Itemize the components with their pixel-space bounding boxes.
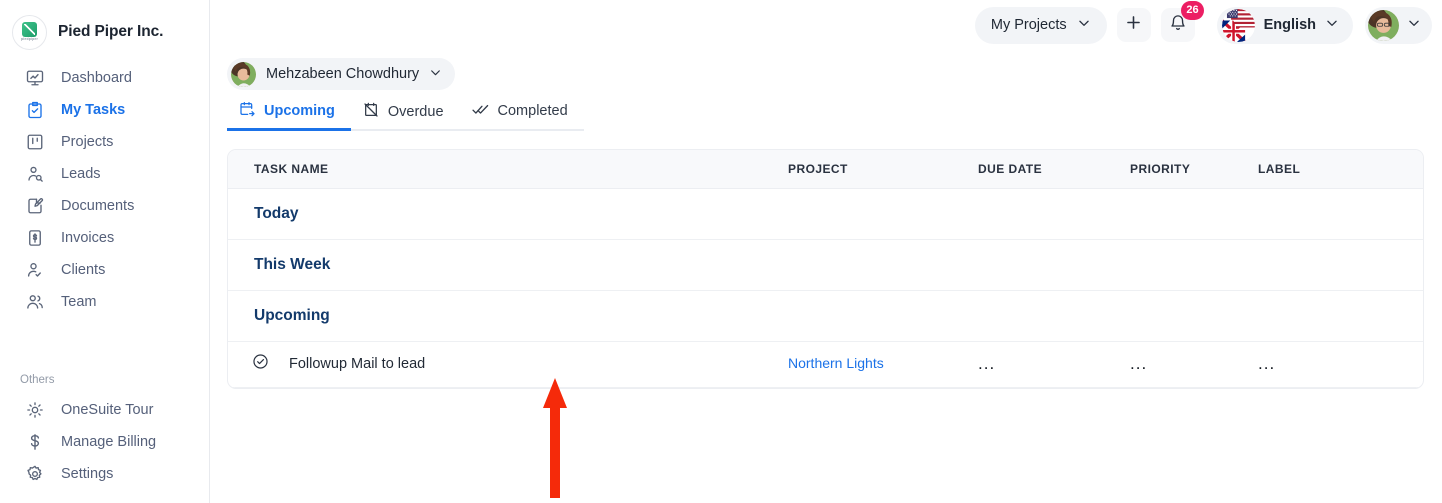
content-area: Mehzabeen Chowdhury Upcoming Overdue Com… xyxy=(210,50,1442,389)
us-uk-flag-icon xyxy=(1221,8,1255,42)
topbar: My Projects 26 English xyxy=(210,0,1442,50)
task-name: Followup Mail to lead xyxy=(289,356,426,372)
sidebar-others-nav: OneSuite Tour Manage Billing Settings xyxy=(0,394,209,490)
monitor-chart-icon xyxy=(25,69,44,88)
column-header-task-name: TASK NAME xyxy=(254,161,329,176)
sidebar-item-label: Clients xyxy=(61,261,106,278)
tabs-spacer xyxy=(584,122,1422,131)
brand[interactable]: piedpiper Pied Piper Inc. xyxy=(0,0,209,52)
avatar xyxy=(1368,9,1399,41)
tab-label: Upcoming xyxy=(264,102,335,119)
task-label-cell: ... xyxy=(1258,355,1423,374)
sidebar-item-label: My Tasks xyxy=(61,101,126,118)
sidebar-nav: Dashboard My Tasks Projects Leads Docume… xyxy=(0,62,209,318)
sidebar-item-label: OneSuite Tour xyxy=(61,401,154,418)
add-button[interactable] xyxy=(1116,8,1151,42)
sidebar-item-documents[interactable]: Documents xyxy=(0,190,209,222)
task-name-cell: Followup Mail to lead xyxy=(228,353,788,375)
calendar-upcoming-icon xyxy=(239,101,255,121)
notification-badge: 26 xyxy=(1181,1,1204,20)
task-owner-selector[interactable]: Mehzabeen Chowdhury xyxy=(227,58,456,90)
clipboard-check-icon xyxy=(25,101,44,120)
projects-selector-label: My Projects xyxy=(990,17,1067,33)
tasks-table: TASK NAME PROJECT DUE DATE PRIORITY LABE… xyxy=(227,148,1424,389)
column-header-priority: PRIORITY xyxy=(1130,161,1191,176)
sidebar: piedpiper Pied Piper Inc. Dashboard My T… xyxy=(0,0,210,503)
user-menu[interactable] xyxy=(1365,6,1432,44)
task-priority-cell: ... xyxy=(1130,355,1258,374)
priority-menu-button[interactable]: ... xyxy=(1130,354,1147,373)
column-header-due-date: DUE DATE xyxy=(978,161,1043,176)
gear-icon xyxy=(25,465,44,484)
chevron-down-icon xyxy=(1077,16,1091,34)
tab-upcoming[interactable]: Upcoming xyxy=(227,101,351,131)
sidebar-item-dashboard[interactable]: Dashboard xyxy=(0,62,209,94)
sidebar-item-onesuite-tour[interactable]: OneSuite Tour xyxy=(0,394,209,426)
sidebar-item-my-tasks[interactable]: My Tasks xyxy=(0,94,209,126)
dollar-icon xyxy=(25,433,44,452)
tab-completed[interactable]: Completed xyxy=(459,101,584,131)
tab-overdue[interactable]: Overdue xyxy=(350,102,460,131)
notifications-button[interactable]: 26 xyxy=(1160,1,1204,42)
sidebar-others-heading: Others xyxy=(20,374,55,386)
person-search-icon xyxy=(25,165,44,184)
sidebar-item-label: Projects xyxy=(61,133,114,150)
sidebar-item-manage-billing[interactable]: Manage Billing xyxy=(0,426,209,458)
people-group-icon xyxy=(25,293,44,312)
main-area: My Projects 26 English Mehzabeen Chowdhu… xyxy=(210,0,1442,503)
pied-piper-logo-icon: piedpiper xyxy=(12,14,47,50)
tab-label: Overdue xyxy=(387,103,444,120)
column-header-label: LABEL xyxy=(1258,161,1301,176)
chevron-down-icon xyxy=(1325,16,1339,34)
task-complete-toggle-icon[interactable] xyxy=(252,353,269,375)
sidebar-item-settings[interactable]: Settings xyxy=(0,458,209,490)
sun-tour-icon xyxy=(25,401,44,420)
chevron-down-icon xyxy=(429,66,442,83)
task-group-header-today: Today xyxy=(228,189,1423,240)
sidebar-item-label: Manage Billing xyxy=(61,433,157,450)
kanban-board-icon xyxy=(25,133,44,152)
sidebar-item-label: Leads xyxy=(61,165,101,182)
sidebar-item-leads[interactable]: Leads xyxy=(0,158,209,190)
sidebar-item-team[interactable]: Team xyxy=(0,286,209,318)
annotation-arrow-up-icon xyxy=(542,378,568,498)
label-menu-button[interactable]: ... xyxy=(1258,354,1275,373)
sidebar-item-label: Settings xyxy=(61,465,114,482)
language-label: English xyxy=(1263,17,1316,33)
sidebar-item-clients[interactable]: Clients xyxy=(0,254,209,286)
sidebar-item-label: Documents xyxy=(61,197,135,214)
table-row[interactable]: Followup Mail to lead Northern Lights ..… xyxy=(228,342,1423,388)
sidebar-item-label: Team xyxy=(61,293,97,310)
document-edit-icon xyxy=(25,197,44,216)
brand-name: Pied Piper Inc. xyxy=(58,23,164,40)
sidebar-item-projects[interactable]: Projects xyxy=(0,126,209,158)
avatar xyxy=(231,61,256,87)
projects-selector[interactable]: My Projects xyxy=(974,6,1107,44)
double-check-icon xyxy=(471,101,489,122)
plus-icon xyxy=(1124,13,1143,37)
task-due-date-cell: ... xyxy=(978,355,1130,374)
project-link[interactable]: Northern Lights xyxy=(788,355,884,371)
task-owner-name: Mehzabeen Chowdhury xyxy=(266,66,420,82)
column-header-project: PROJECT xyxy=(788,161,848,176)
app-root: piedpiper Pied Piper Inc. Dashboard My T… xyxy=(0,0,1442,503)
sidebar-item-label: Invoices xyxy=(61,229,115,246)
task-project-cell: Northern Lights xyxy=(788,355,978,373)
language-selector[interactable]: English xyxy=(1216,6,1353,44)
logo-wordmark: piedpiper xyxy=(20,37,39,42)
tab-label: Completed xyxy=(497,103,568,119)
person-check-icon xyxy=(25,261,44,280)
task-group-header-upcoming: Upcoming xyxy=(228,291,1423,342)
task-group-header-this-week: This Week xyxy=(228,240,1423,291)
chevron-down-icon xyxy=(1407,16,1421,35)
invoice-dollar-icon xyxy=(25,229,44,248)
sidebar-item-label: Dashboard xyxy=(61,69,132,86)
task-tabs: Upcoming Overdue Completed xyxy=(227,101,1422,131)
due-date-menu-button[interactable]: ... xyxy=(978,354,995,373)
sidebar-item-invoices[interactable]: Invoices xyxy=(0,222,209,254)
calendar-overdue-icon xyxy=(363,102,379,122)
table-header-row: TASK NAME PROJECT DUE DATE PRIORITY LABE… xyxy=(228,149,1423,189)
